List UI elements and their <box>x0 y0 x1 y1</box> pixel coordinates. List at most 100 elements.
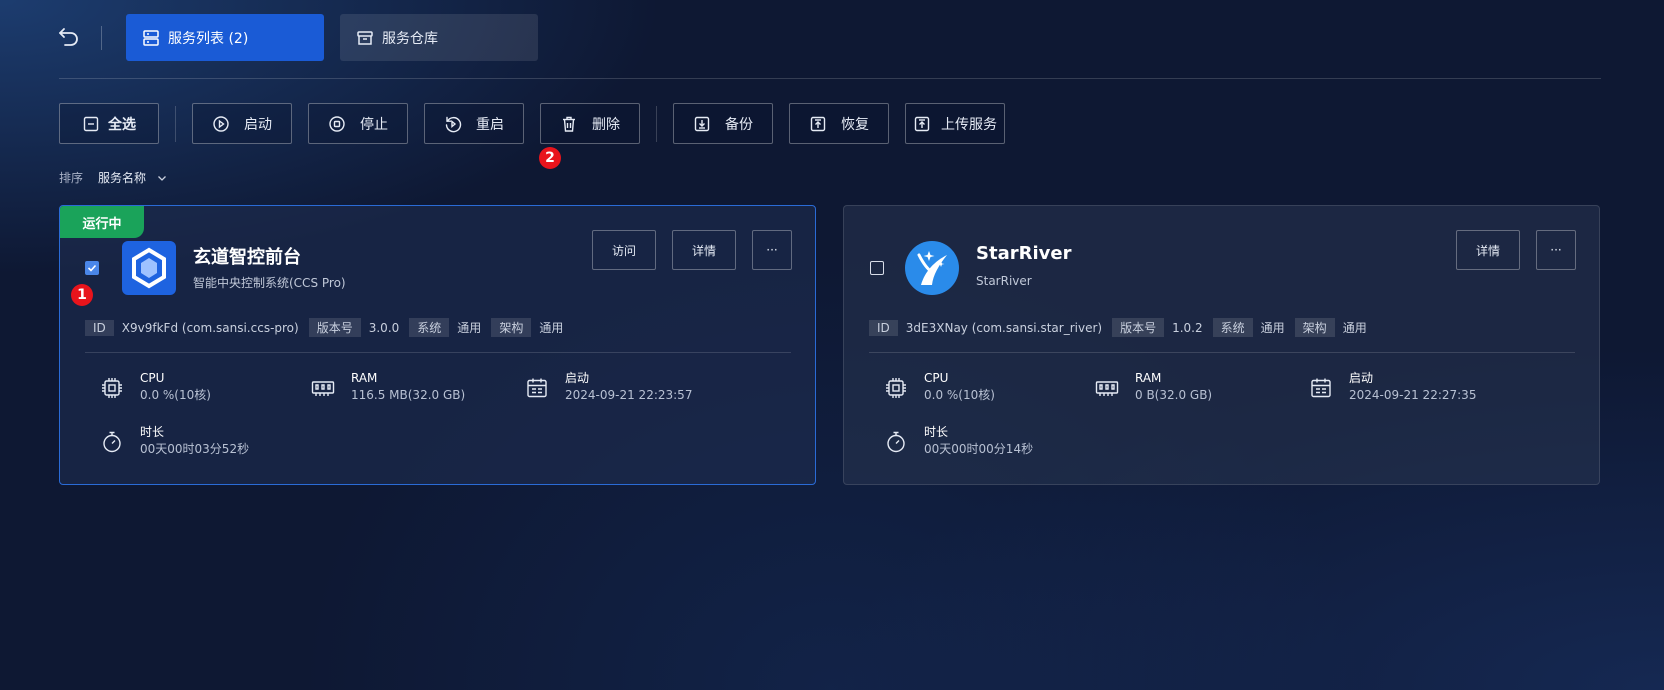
starriver-logo-icon <box>905 241 959 295</box>
service-subtitle: StarRiver <box>976 274 1032 288</box>
cpu-label: CPU <box>924 371 949 385</box>
ram-stat: RAM 0 B(32.0 GB) <box>1095 370 1212 404</box>
duration-stat: 时长 00天00时03分52秒 <box>100 424 249 458</box>
delete-label: 删除 <box>592 116 620 133</box>
tab-service-list[interactable]: 服务列表 (2) <box>126 14 324 61</box>
stop-label: 停止 <box>360 116 388 133</box>
tab-label: 服务列表 (2) <box>168 30 249 47</box>
start-time-stat: 启动 2024-09-21 22:23:57 <box>525 370 692 404</box>
stopwatch-icon <box>884 430 908 454</box>
service-card[interactable]: 运行中 1 玄道智控前台 智能中央控制系统(CCS Pro) 访问 详情 ···… <box>59 205 816 485</box>
download-box-icon <box>693 115 711 133</box>
arch-key: 架构 <box>491 318 532 337</box>
service-checkbox[interactable] <box>85 261 99 275</box>
ram-stat: RAM 116.5 MB(32.0 GB) <box>311 370 465 404</box>
select-all-label: 全选 <box>108 116 136 133</box>
delete-button[interactable]: 删除 <box>540 103 640 144</box>
duration-stat: 时长 00天00时00分14秒 <box>884 424 1033 458</box>
annotation-badge-2: 2 <box>539 147 561 169</box>
start-time-label: 启动 <box>565 371 590 385</box>
backup-button[interactable]: 备份 <box>673 103 773 144</box>
service-meta: ID 3dE3XNay (com.sansi.star_river) 版本号 1… <box>869 318 1377 337</box>
service-subtitle: 智能中央控制系统(CCS Pro) <box>193 276 346 290</box>
duration-label: 时长 <box>924 425 949 439</box>
system-value: 通用 <box>1260 321 1285 335</box>
ram-label: RAM <box>351 371 378 385</box>
restore-button[interactable]: 恢复 <box>789 103 889 144</box>
arch-key: 架构 <box>1294 318 1335 337</box>
ram-icon <box>311 376 335 400</box>
duration-value: 00天00时03分52秒 <box>140 442 250 456</box>
id-value: X9v9fkFd (com.sansi.ccs-pro) <box>121 320 299 335</box>
service-checkbox[interactable] <box>870 261 884 275</box>
server-list-icon <box>142 29 160 47</box>
cpu-icon <box>100 376 124 400</box>
version-key: 版本号 <box>1112 318 1165 337</box>
system-value: 通用 <box>457 321 482 335</box>
cpu-icon <box>884 376 908 400</box>
details-button[interactable]: 详情 <box>1456 230 1520 270</box>
archive-icon <box>356 29 374 47</box>
card-divider <box>869 352 1575 353</box>
visit-button[interactable]: 访问 <box>592 230 656 270</box>
restart-icon <box>444 115 462 133</box>
service-meta: ID X9v9fkFd (com.sansi.ccs-pro) 版本号 3.0.… <box>85 318 573 337</box>
tab-label: 服务仓库 <box>382 30 438 47</box>
chevron-down-icon <box>156 172 168 184</box>
select-all-button[interactable]: 全选 <box>59 103 159 144</box>
trash-icon <box>560 115 578 133</box>
stopwatch-icon <box>100 430 124 454</box>
restart-label: 重启 <box>476 116 504 133</box>
upload-service-button[interactable]: 上传服务 <box>905 103 1005 144</box>
annotation-badge-1: 1 <box>71 284 93 306</box>
start-time-label: 启动 <box>1349 371 1374 385</box>
more-button[interactable]: ··· <box>1536 230 1576 270</box>
cpu-stat: CPU 0.0 %(10核) <box>100 370 211 404</box>
version-key: 版本号 <box>308 318 361 337</box>
service-title: StarRiver <box>976 243 1072 264</box>
version-value: 1.0.2 <box>1172 320 1203 335</box>
cpu-value: 0.0 %(10核) <box>924 388 995 402</box>
id-value: 3dE3XNay (com.sansi.star_river) <box>905 320 1103 335</box>
backup-label: 备份 <box>725 116 753 133</box>
stop-circle-icon <box>328 115 346 133</box>
toolbar-divider <box>175 106 176 142</box>
header-divider <box>101 26 102 50</box>
sort-label: 排序 <box>59 171 84 185</box>
upload-box-icon <box>913 115 931 133</box>
service-title: 玄道智控前台 <box>193 247 301 268</box>
version-value: 3.0.0 <box>368 320 400 335</box>
duration-label: 时长 <box>140 425 165 439</box>
service-card[interactable]: StarRiver StarRiver 详情 ··· ID 3dE3XNay (… <box>843 205 1600 485</box>
card-divider <box>85 352 791 353</box>
minus-square-icon <box>82 115 100 133</box>
system-key: 系统 <box>1212 318 1253 337</box>
ram-value: 0 B(32.0 GB) <box>1135 388 1213 402</box>
ram-icon <box>1095 376 1119 400</box>
cpu-stat: CPU 0.0 %(10核) <box>884 370 995 404</box>
sort-value: 服务名称 <box>98 171 147 185</box>
toolbar-divider <box>656 106 657 142</box>
start-time-value: 2024-09-21 22:27:35 <box>1349 388 1477 402</box>
back-icon[interactable] <box>56 24 82 50</box>
restart-button[interactable]: 重启 <box>424 103 524 144</box>
restore-label: 恢复 <box>841 116 869 133</box>
start-label: 启动 <box>244 116 272 133</box>
calendar-icon <box>525 376 549 400</box>
status-badge: 运行中 <box>60 206 144 238</box>
start-button[interactable]: 启动 <box>192 103 292 144</box>
id-key: ID <box>869 319 898 336</box>
more-button[interactable]: ··· <box>752 230 792 270</box>
tab-service-repo[interactable]: 服务仓库 <box>340 14 538 61</box>
id-key: ID <box>85 319 114 336</box>
upload-service-label: 上传服务 <box>941 116 997 133</box>
sort-dropdown[interactable]: 服务名称 <box>98 169 168 186</box>
play-circle-icon <box>212 115 230 133</box>
arch-value: 通用 <box>539 321 564 335</box>
stop-button[interactable]: 停止 <box>308 103 408 144</box>
details-button[interactable]: 详情 <box>672 230 736 270</box>
ram-label: RAM <box>1135 371 1162 385</box>
arch-value: 通用 <box>1342 321 1367 335</box>
header-divider-line <box>59 78 1601 79</box>
start-time-stat: 启动 2024-09-21 22:27:35 <box>1309 370 1476 404</box>
